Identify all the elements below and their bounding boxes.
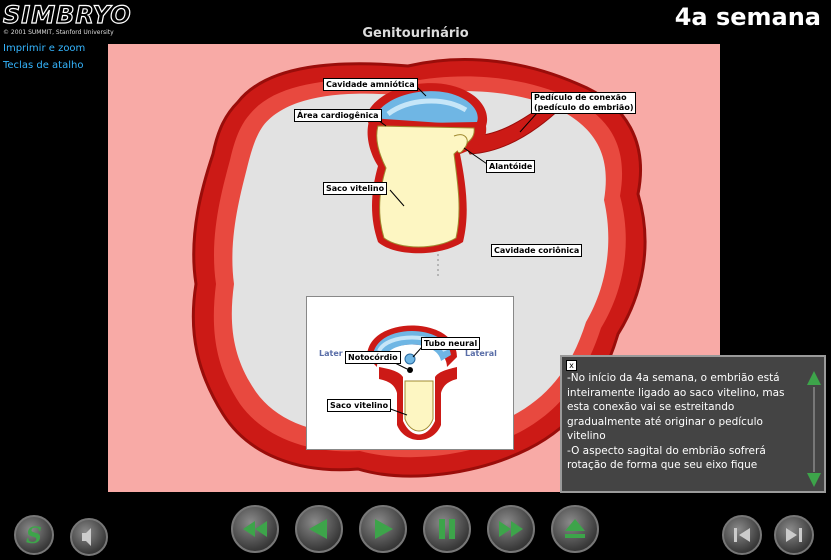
label-connecting-stalk: Pedículo de conexão (pedículo do embrião…: [531, 92, 637, 114]
label-neural-tube: Tubo neural: [421, 337, 481, 350]
next-button[interactable]: [774, 515, 814, 555]
play-icon: [375, 519, 393, 539]
label-connecting-stalk-line2: (pedículo do embrião): [534, 103, 634, 112]
label-inset-yolk-sac: Saco vitelino: [327, 399, 392, 412]
label-chorionic-cavity: Cavidade coriônica: [491, 244, 583, 257]
step-back-button[interactable]: [295, 505, 343, 553]
play-button[interactable]: [359, 505, 407, 553]
shortcut-keys-link[interactable]: Teclas de atalho: [3, 60, 83, 71]
narration-paragraph: -O aspecto sagital do embrião sofrerá ro…: [567, 444, 766, 472]
scroll-down-arrow-icon[interactable]: [807, 473, 821, 487]
sound-button[interactable]: [70, 518, 108, 556]
summary-button[interactable]: S: [14, 515, 54, 555]
cross-section-inset: Later Lateral Tubo neural Notocórdio Sac…: [306, 296, 514, 450]
fast-forward-icon: [499, 521, 523, 537]
next-icon: [786, 528, 802, 542]
eject-button[interactable]: [551, 505, 599, 553]
speaker-icon: [82, 528, 91, 546]
label-yolk-sac: Saco vitelino: [323, 182, 388, 195]
label-notochord: Notocórdio: [345, 351, 401, 364]
narration-paragraph: -No início da 4a semana, o embrião está …: [567, 372, 785, 442]
pause-icon: [439, 519, 455, 539]
eject-icon: [565, 519, 585, 538]
fast-forward-button[interactable]: [487, 505, 535, 553]
scroll-up-arrow-icon[interactable]: [807, 371, 821, 385]
print-zoom-link[interactable]: Imprimir e zoom: [3, 43, 85, 54]
logo-text: SIMBRYO: [2, 1, 132, 29]
previous-button[interactable]: [722, 515, 762, 555]
s-letter-icon: S: [26, 523, 42, 549]
pause-button[interactable]: [423, 505, 471, 553]
previous-icon: [734, 528, 750, 542]
close-icon[interactable]: x: [566, 360, 577, 371]
scrollbar-track[interactable]: [813, 387, 815, 472]
rewind-button[interactable]: [231, 505, 279, 553]
label-connecting-stalk-line1: Pedículo de conexão: [534, 93, 627, 102]
label-amniotic-cavity: Cavidade amniótica: [323, 78, 418, 91]
narration-text: -No início da 4a semana, o embrião está …: [567, 371, 799, 489]
svg-text:S: S: [26, 523, 42, 549]
lateral-right-label: Lateral: [465, 349, 497, 358]
rewind-icon: [243, 521, 267, 537]
label-allantois: Alantóide: [486, 160, 536, 173]
step-back-icon: [309, 519, 327, 539]
cross-section-drawing: [367, 325, 457, 440]
label-cardiogenic-area: Área cardiogênica: [294, 109, 382, 122]
narration-panel: x -No início da 4a semana, o embrião est…: [560, 355, 826, 493]
lateral-left-label: Later: [319, 349, 343, 358]
section-title: Genitourinário: [362, 26, 469, 41]
